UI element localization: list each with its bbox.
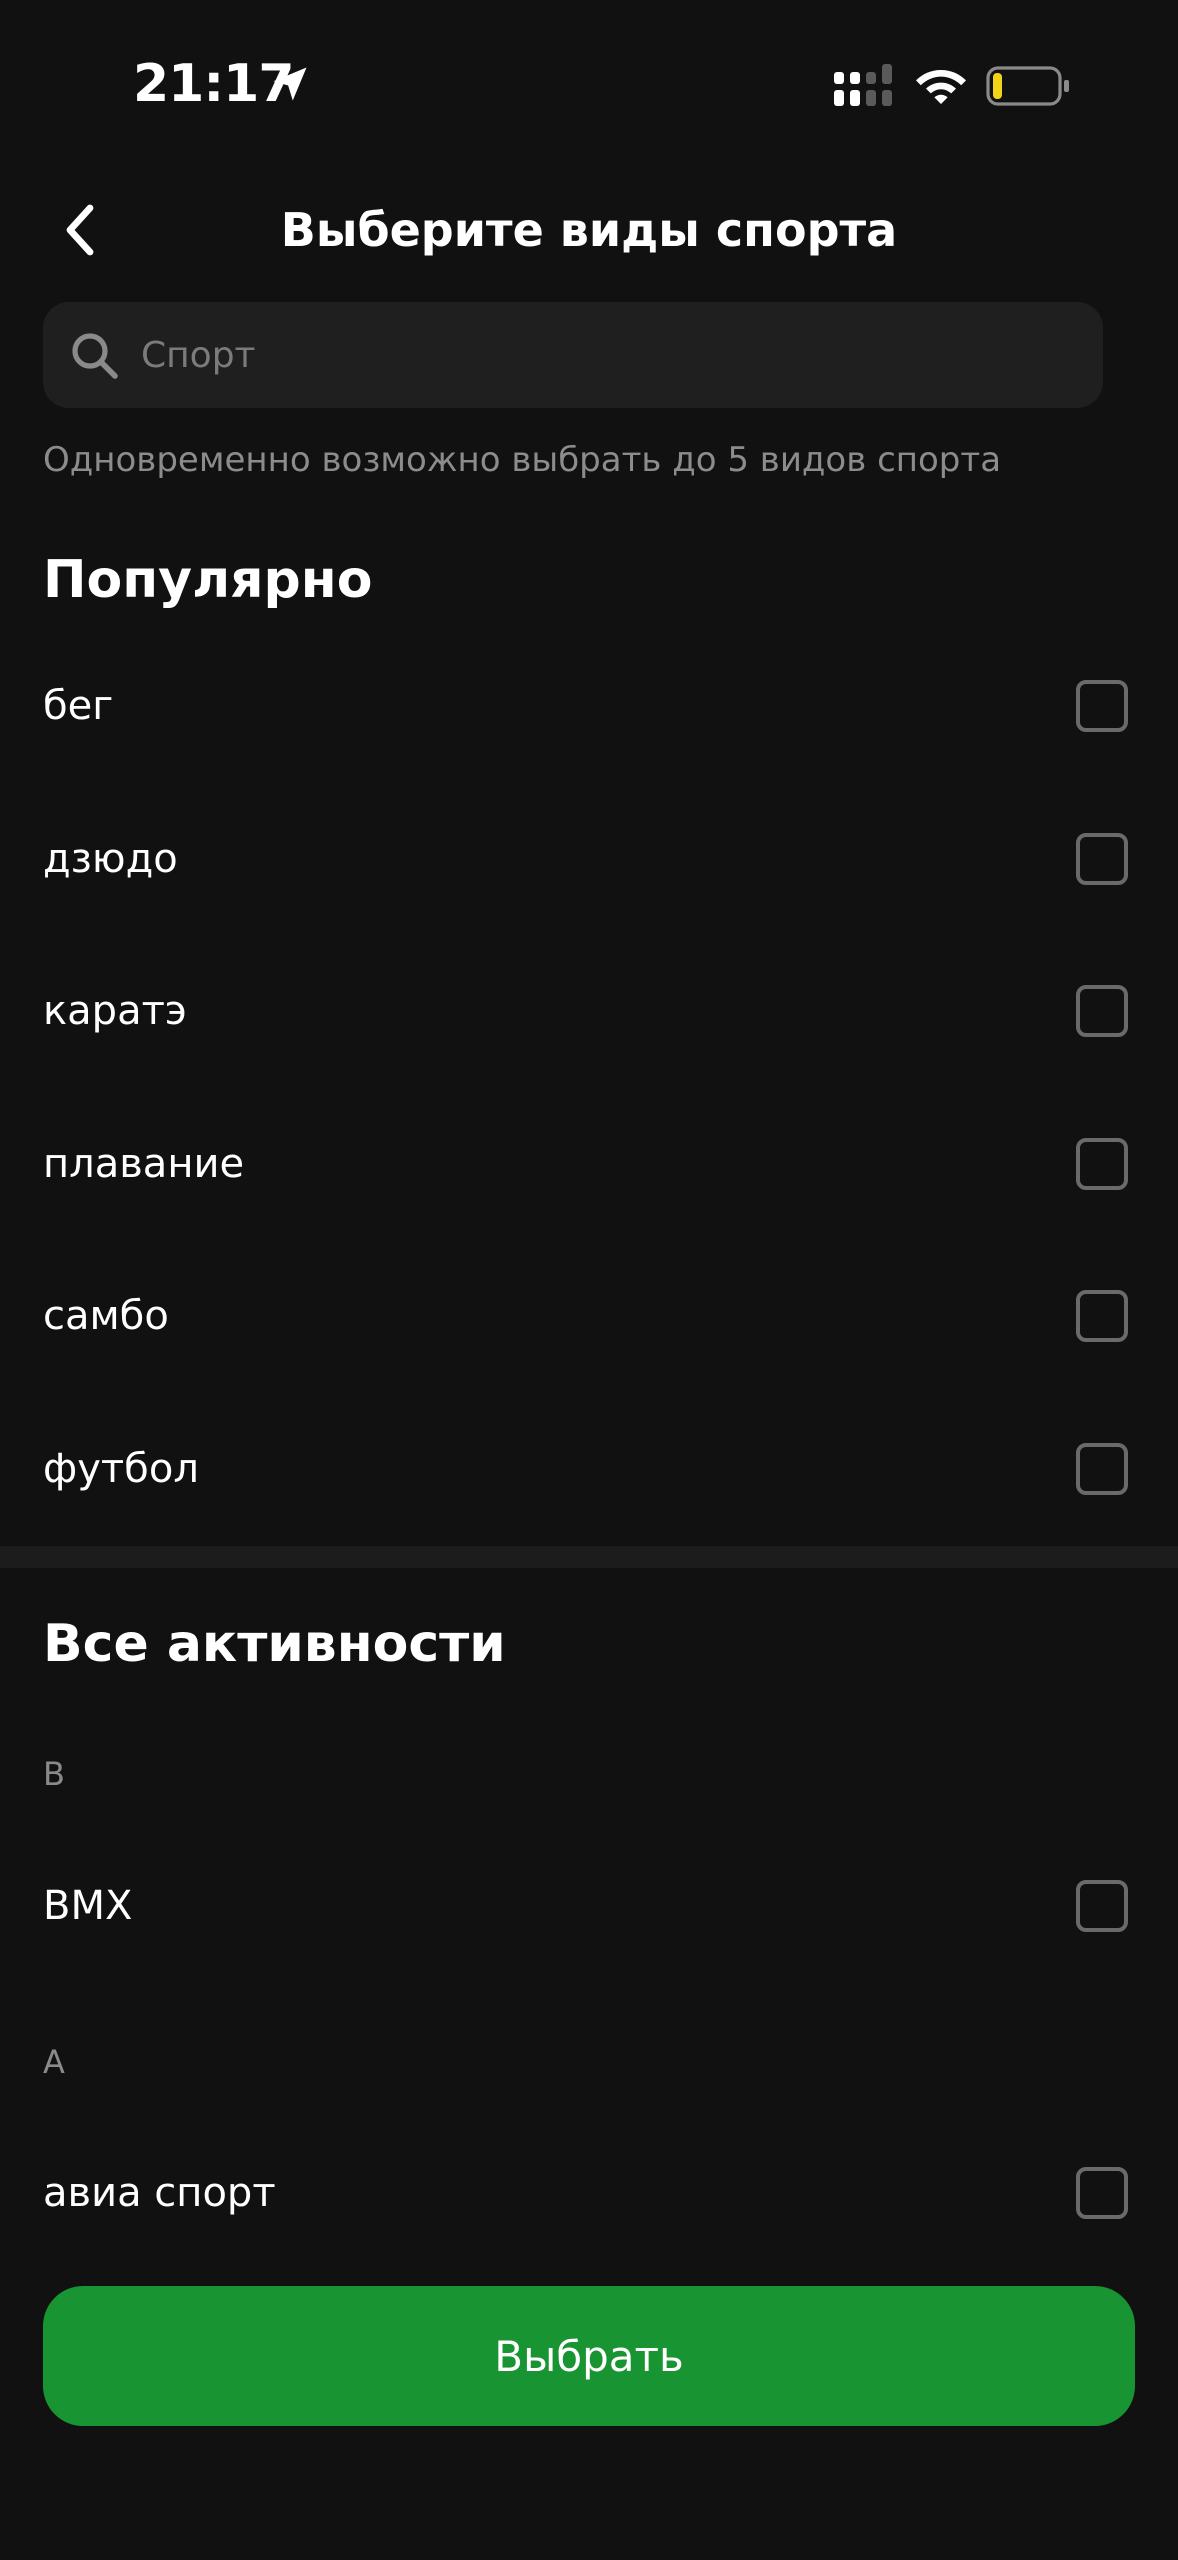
sport-label: плавание (43, 1141, 245, 1187)
checkbox[interactable] (1076, 2167, 1128, 2219)
location-arrow-icon (273, 67, 307, 101)
sport-label: каратэ (43, 988, 187, 1034)
alphabet-header: А (43, 2043, 65, 2081)
header: Выберите виды спорта (0, 180, 1178, 280)
section-title-popular: Популярно (43, 550, 373, 610)
list-item[interactable]: футбол (0, 1393, 1178, 1545)
checkbox[interactable] (1076, 1138, 1128, 1190)
list-item[interactable]: каратэ (0, 935, 1178, 1087)
list-item[interactable]: авиа спорт (0, 2117, 1178, 2269)
sport-label: авиа спорт (43, 2170, 276, 2216)
search-box[interactable] (43, 302, 1103, 408)
list-item[interactable]: самбо (0, 1240, 1178, 1392)
list-item[interactable]: BMX (0, 1830, 1178, 1982)
sport-label: футбол (43, 1446, 199, 1492)
alphabet-header: B (43, 1755, 65, 1793)
sport-label: бег (43, 683, 114, 729)
section-divider (0, 1546, 1178, 1568)
checkbox[interactable] (1076, 833, 1128, 885)
sport-label: самбо (43, 1293, 169, 1339)
list-item[interactable]: плавание (0, 1088, 1178, 1240)
checkbox[interactable] (1076, 1290, 1128, 1342)
select-button[interactable]: Выбрать (43, 2286, 1135, 2426)
page-title: Выберите виды спорта (280, 203, 898, 257)
checkbox[interactable] (1076, 1880, 1128, 1932)
checkbox[interactable] (1076, 680, 1128, 732)
list-item[interactable]: дзюдо (0, 783, 1178, 935)
section-title-all: Все активности (43, 1614, 506, 1674)
checkbox[interactable] (1076, 985, 1128, 1037)
sport-label: дзюдо (43, 836, 178, 882)
sport-label: BMX (43, 1883, 133, 1929)
search-input[interactable] (141, 302, 1081, 408)
battery-low-icon (986, 66, 1069, 106)
cellular-signal-icon (834, 64, 892, 106)
checkbox[interactable] (1076, 1443, 1128, 1495)
status-bar: 21:17 (0, 0, 1178, 170)
selection-hint: Одновременно возможно выбрать до 5 видов… (43, 440, 1002, 480)
wifi-icon (916, 70, 966, 104)
list-item[interactable]: бег (0, 630, 1178, 782)
search-icon (72, 333, 118, 379)
